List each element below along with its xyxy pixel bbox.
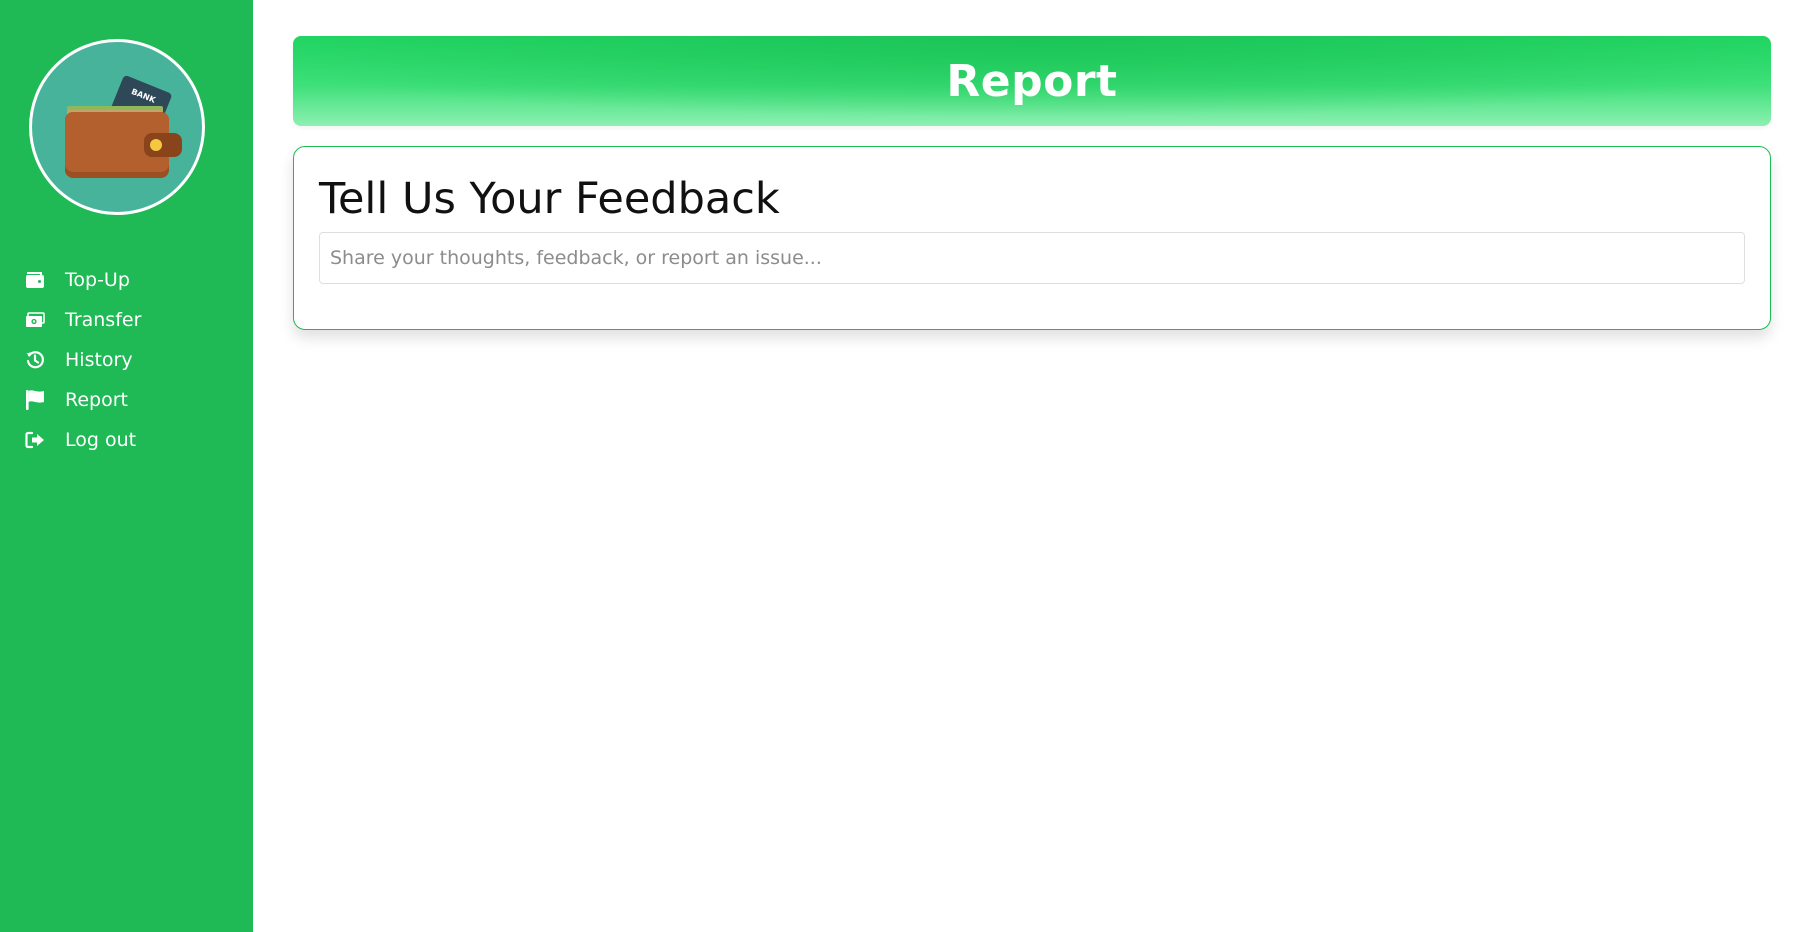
feedback-input[interactable] (319, 232, 1745, 284)
app-logo: BANK (29, 39, 205, 215)
feedback-card: Tell Us Your Feedback (293, 146, 1771, 330)
app-root: BANK Top-Up Transfer History Report Log … (0, 0, 1806, 932)
sidebar-item-report[interactable]: Report (0, 380, 253, 420)
sidebar-item-transfer[interactable]: Transfer (0, 300, 253, 340)
sidebar-item-log-out[interactable]: Log out (0, 420, 253, 460)
money-bill-icon (24, 309, 46, 331)
sidebar-nav: Top-Up Transfer History Report Log out (0, 260, 253, 460)
history-icon (24, 349, 46, 371)
page-header-banner: Report (293, 36, 1771, 126)
sidebar: BANK Top-Up Transfer History Report Log … (0, 0, 253, 932)
sidebar-item-history[interactable]: History (0, 340, 253, 380)
sidebar-item-label: Log out (65, 429, 137, 451)
sidebar-item-label: Top-Up (65, 269, 130, 291)
sidebar-item-label: History (65, 349, 133, 371)
logout-icon (24, 429, 46, 451)
wallet-icon (24, 269, 46, 291)
sidebar-item-label: Report (65, 389, 128, 411)
feedback-title: Tell Us Your Feedback (319, 174, 780, 224)
page-title: Report (946, 55, 1118, 107)
flag-icon (24, 389, 46, 411)
wallet-logo-icon: BANK (65, 75, 182, 178)
sidebar-item-label: Transfer (65, 309, 142, 331)
sidebar-item-top-up[interactable]: Top-Up (0, 260, 253, 300)
